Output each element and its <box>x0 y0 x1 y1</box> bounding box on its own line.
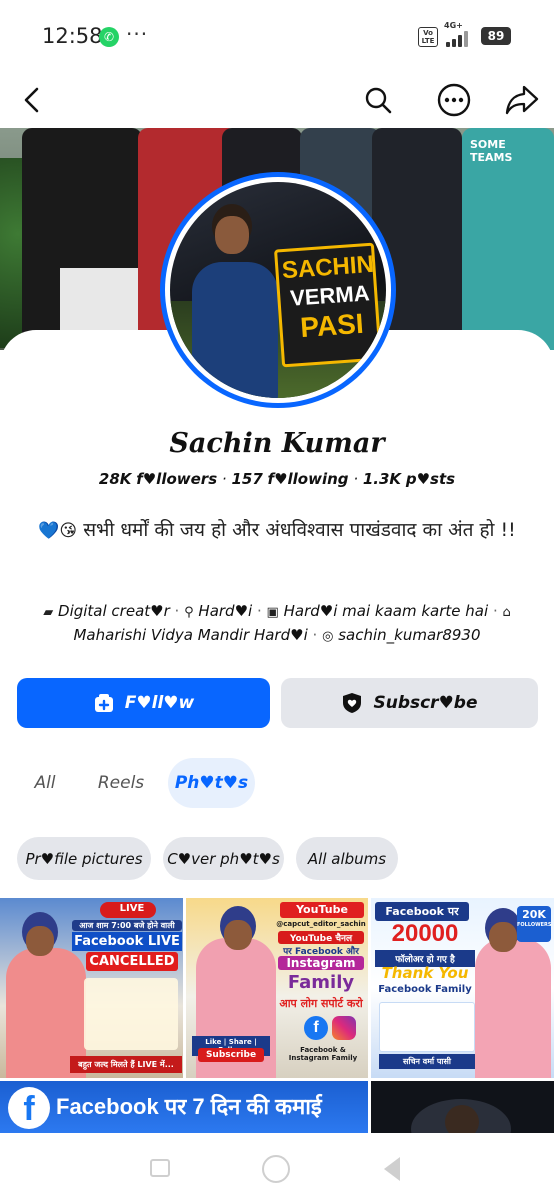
recent-apps-button[interactable] <box>150 1159 170 1177</box>
back-nav-button[interactable] <box>384 1157 400 1181</box>
tile-text: Facebook पर 7 दिन की कमाई <box>56 1094 322 1119</box>
more-horizontal-icon <box>437 83 471 117</box>
cover-shirt-text: SOME TEAMS <box>470 138 513 164</box>
tile-text: आप लोग सपोर्ट करो <box>279 997 363 1010</box>
tile-text: Family <box>287 972 355 993</box>
battery-icon: 89 <box>481 27 511 45</box>
profile-name: Sachin Kumar <box>169 428 385 459</box>
search-icon <box>365 87 392 114</box>
photo-tile[interactable] <box>371 1081 554 1133</box>
notification-more-icon: ··· <box>126 22 149 46</box>
profile-details: ▰ Digital creat♥r · ⚲ Hard♥i · ▣ Hard♥i … <box>43 602 511 644</box>
work-icon: ▣ <box>266 605 279 620</box>
signal-icon: 4G+ <box>444 21 474 47</box>
bio-text: सभी धर्मों की जय हो और अंधविश्वास पाखंडव… <box>83 519 516 541</box>
detail-instagram[interactable]: sachin_kumar8930 <box>338 626 480 644</box>
following-link[interactable]: 157 f♥llowing <box>231 470 348 488</box>
tile-text: Instagram <box>278 956 364 970</box>
facebook-logo-icon: f <box>304 1016 328 1040</box>
volte-icon: Vo LTE <box>418 27 438 47</box>
chip-cover-photos[interactable]: C♥ver ph♥t♥s <box>163 837 284 880</box>
chip-all-albums[interactable]: All albums <box>296 837 398 880</box>
clock: 12:58 <box>42 24 103 48</box>
youtube-label: YouTube <box>296 903 348 916</box>
profile-picture[interactable]: SACHIN VERMA PASI <box>160 172 396 408</box>
chip-profile-pictures[interactable]: Pr♥file pictures <box>17 837 151 880</box>
tab-reels[interactable]: Reels <box>88 758 154 808</box>
photo-tile[interactable]: LIVE आज शाम 7:00 बजे होने वाली Facebook … <box>0 898 183 1078</box>
avatar: SACHIN VERMA PASI <box>170 182 386 398</box>
home-button[interactable] <box>262 1155 290 1183</box>
add-friend-icon <box>94 694 113 712</box>
subscribe-button[interactable]: Subscr♥be <box>281 678 538 728</box>
photo-tile[interactable]: YouTube @capcut_editor_sachin YouTube चै… <box>186 898 368 1078</box>
status-bar: 12:58 ✆ ··· Vo LTE 4G+ 89 <box>0 0 554 72</box>
posts-count: 1.3K p♥sts <box>362 470 456 488</box>
share-button[interactable] <box>500 78 544 122</box>
system-navigation-bar <box>0 1133 554 1200</box>
tile-text: Facebook Family <box>378 984 472 995</box>
profile-nav-bar <box>0 72 554 128</box>
tile-text: Facebook पर <box>375 902 469 921</box>
profile-bio: 💙😘 सभी धर्मों की जय हो और अंधविश्वास पाख… <box>30 514 524 547</box>
shield-heart-icon <box>343 693 362 713</box>
tile-text: Facebook LIVE <box>72 932 182 951</box>
photo-tile[interactable]: Facebook पर 20000 फॉलोअर हो गए है Thank … <box>371 898 554 1078</box>
followers-link[interactable]: 28K f♥llowers <box>99 470 217 488</box>
subscribe-label: Subscr♥be <box>373 693 478 713</box>
tile-text: 20000 <box>391 920 459 947</box>
tile-text: सचिन वर्मा पासी <box>379 1054 475 1069</box>
follow-label: F♥ll♥w <box>124 693 195 713</box>
tile-text: Thank You <box>381 964 469 982</box>
photo-tile[interactable]: f Facebook पर 7 दिन की कमाई <box>0 1081 368 1133</box>
detail-location: Hard♥i <box>198 602 253 620</box>
search-button[interactable] <box>356 78 400 122</box>
tile-text: YouTube चैनल <box>278 931 364 944</box>
briefcase-icon: ▰ <box>43 605 54 620</box>
whatsapp-icon: ✆ <box>99 27 119 47</box>
followers-badge: 20K <box>522 908 546 921</box>
location-pin-icon: ⚲ <box>184 605 194 620</box>
detail-work: Hard♥i mai kaam karte hai <box>283 602 489 620</box>
followers-badge-label: FOLLOWERS <box>517 922 552 928</box>
live-badge: LIVE <box>119 903 145 914</box>
facebook-logo-icon: f <box>8 1087 50 1129</box>
tile-text: Subscribe <box>198 1048 264 1062</box>
more-options-button[interactable] <box>432 78 476 122</box>
tile-text: बहुत जल्द मिलते हैं LIVE में... <box>70 1056 182 1073</box>
tile-text: Facebook & Instagram Family <box>288 1046 358 1062</box>
tile-text: CANCELLED <box>86 952 178 971</box>
network-type: 4G+ <box>444 21 463 30</box>
instagram-icon: ◎ <box>322 629 334 644</box>
follow-button[interactable]: F♥ll♥w <box>17 678 270 728</box>
school-icon: ⌂ <box>502 605 511 620</box>
tab-all[interactable]: All <box>20 758 70 808</box>
detail-school: Maharishi Vidya Mandir Hard♥i <box>73 626 308 644</box>
tile-text: आज शाम 7:00 बजे होने वाली <box>72 920 182 931</box>
instagram-logo-icon <box>332 1016 356 1040</box>
chevron-left-icon <box>24 87 39 113</box>
bio-emoji: 💙😘 <box>38 521 78 541</box>
share-icon <box>505 85 539 115</box>
detail-category: Digital creat♥r <box>58 602 170 620</box>
tile-text: @capcut_editor_sachin <box>276 920 366 928</box>
tab-photos[interactable]: Ph♥t♥s <box>168 758 255 808</box>
profile-stats: 28K f♥llowers · 157 f♥llowing · 1.3K p♥s… <box>98 470 456 488</box>
back-button[interactable] <box>10 78 54 122</box>
